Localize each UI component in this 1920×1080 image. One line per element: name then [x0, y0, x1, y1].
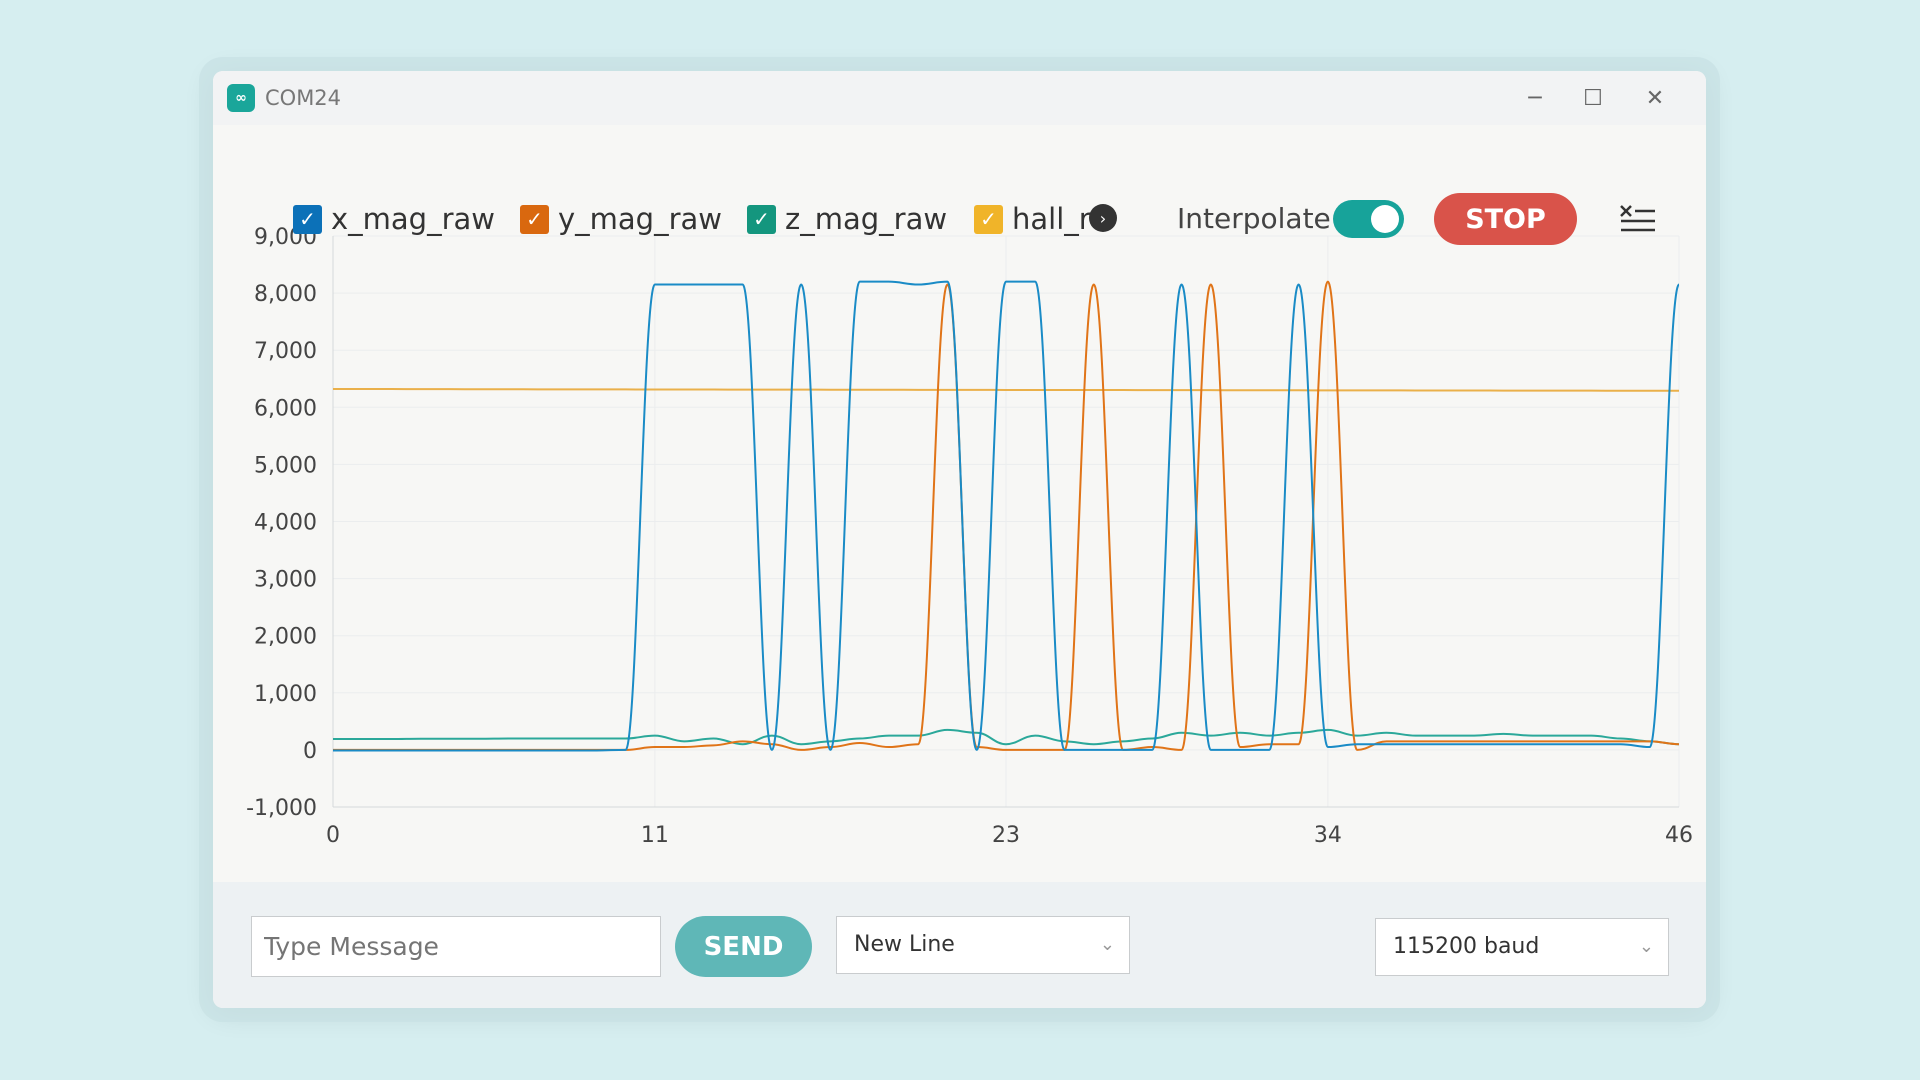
clear-list-icon[interactable]: [1618, 199, 1658, 239]
x-tick-label: 0: [326, 823, 340, 848]
message-input[interactable]: [251, 916, 661, 977]
legend-label: y_mag_raw: [558, 202, 723, 236]
checkbox-checked-icon[interactable]: ✓: [747, 204, 776, 234]
interpolate-label: Interpolate: [1177, 202, 1331, 235]
checkbox-checked-icon[interactable]: ✓: [974, 204, 1003, 234]
chevron-down-icon: ⌄: [1099, 934, 1115, 955]
stop-button[interactable]: STOP: [1434, 193, 1577, 245]
y-tick-label: 7,000: [254, 339, 317, 364]
y-tick-label: 3,000: [254, 568, 317, 593]
y-tick-label: -1,000: [246, 796, 317, 821]
x-tick-label: 34: [1314, 823, 1342, 848]
scroll-legend-right-icon[interactable]: ›: [1089, 204, 1117, 232]
checkbox-checked-icon[interactable]: ✓: [520, 204, 549, 234]
chevron-down-icon: ⌄: [1638, 936, 1654, 957]
x-tick-label: 23: [992, 823, 1020, 848]
send-button[interactable]: SEND: [675, 916, 812, 977]
legend-item-z-mag-raw[interactable]: ✓ z_mag_raw: [747, 193, 947, 245]
y-tick-label: 6,000: [254, 396, 317, 421]
toggle-knob: [1371, 205, 1399, 233]
line-ending-value: New Line: [854, 932, 955, 957]
baud-rate-value: 115200 baud: [1393, 934, 1540, 959]
x-tick-label: 11: [641, 823, 669, 848]
legend-item-x-mag-raw[interactable]: ✓ x_mag_raw: [293, 193, 495, 245]
line-ending-select[interactable]: New Line ⌄: [836, 916, 1130, 974]
legend-label: x_mag_raw: [331, 202, 496, 236]
baud-rate-select[interactable]: 115200 baud ⌄: [1375, 918, 1669, 976]
checkbox-checked-icon[interactable]: ✓: [293, 204, 322, 234]
x-tick-label: 46: [1665, 823, 1693, 848]
y-tick-label: 5,000: [254, 453, 317, 478]
message-bar: SEND New Line ⌄ 115200 baud ⌄: [213, 882, 1706, 1008]
y-tick-label: 4,000: [254, 511, 317, 536]
y-tick-label: 8,000: [254, 282, 317, 307]
legend-label: z_mag_raw: [785, 202, 948, 236]
legend-item-hall-raw[interactable]: ✓ hall_raw: [974, 193, 1094, 245]
legend-label: hall_raw: [1012, 202, 1094, 236]
serial-plotter-window: ∞ COM24 ─ ☐ ✕ 9,000 8,000 7,000 6,000 5,000 4…: [213, 71, 1706, 1008]
toolbar: ✓ x_mag_raw ✓ y_mag_raw ✓ z_mag_raw ✓ ha…: [213, 193, 1706, 245]
y-tick-label: 0: [303, 739, 317, 764]
legend-item-y-mag-raw[interactable]: ✓ y_mag_raw: [520, 193, 722, 245]
y-tick-label: 1,000: [254, 682, 317, 707]
interpolate-toggle[interactable]: [1333, 200, 1404, 238]
y-tick-label: 2,000: [254, 625, 317, 650]
